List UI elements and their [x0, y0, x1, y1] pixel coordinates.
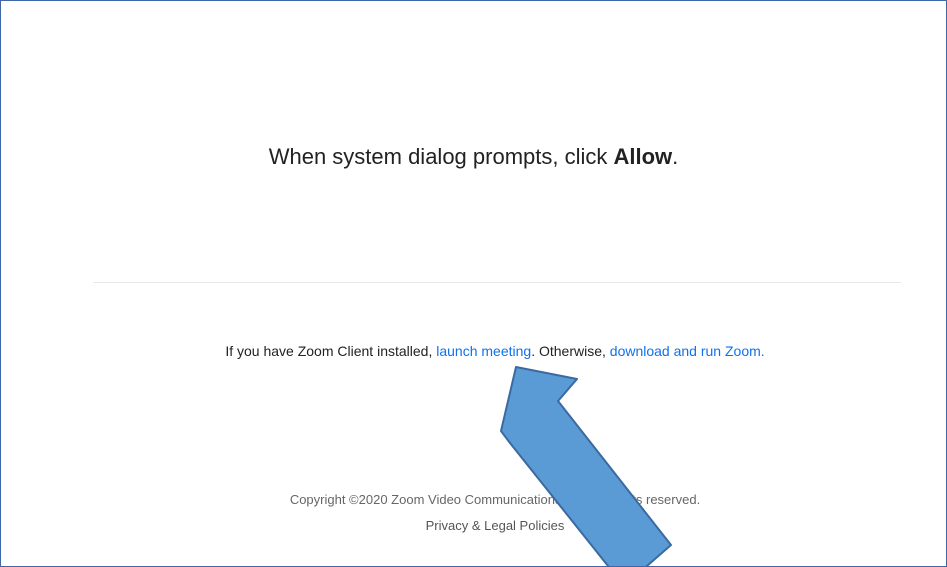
annotation-arrow [500, 366, 672, 566]
browser-page: When system dialog prompts, click Allow.… [0, 0, 947, 567]
arrow-up-left-icon [500, 366, 672, 566]
